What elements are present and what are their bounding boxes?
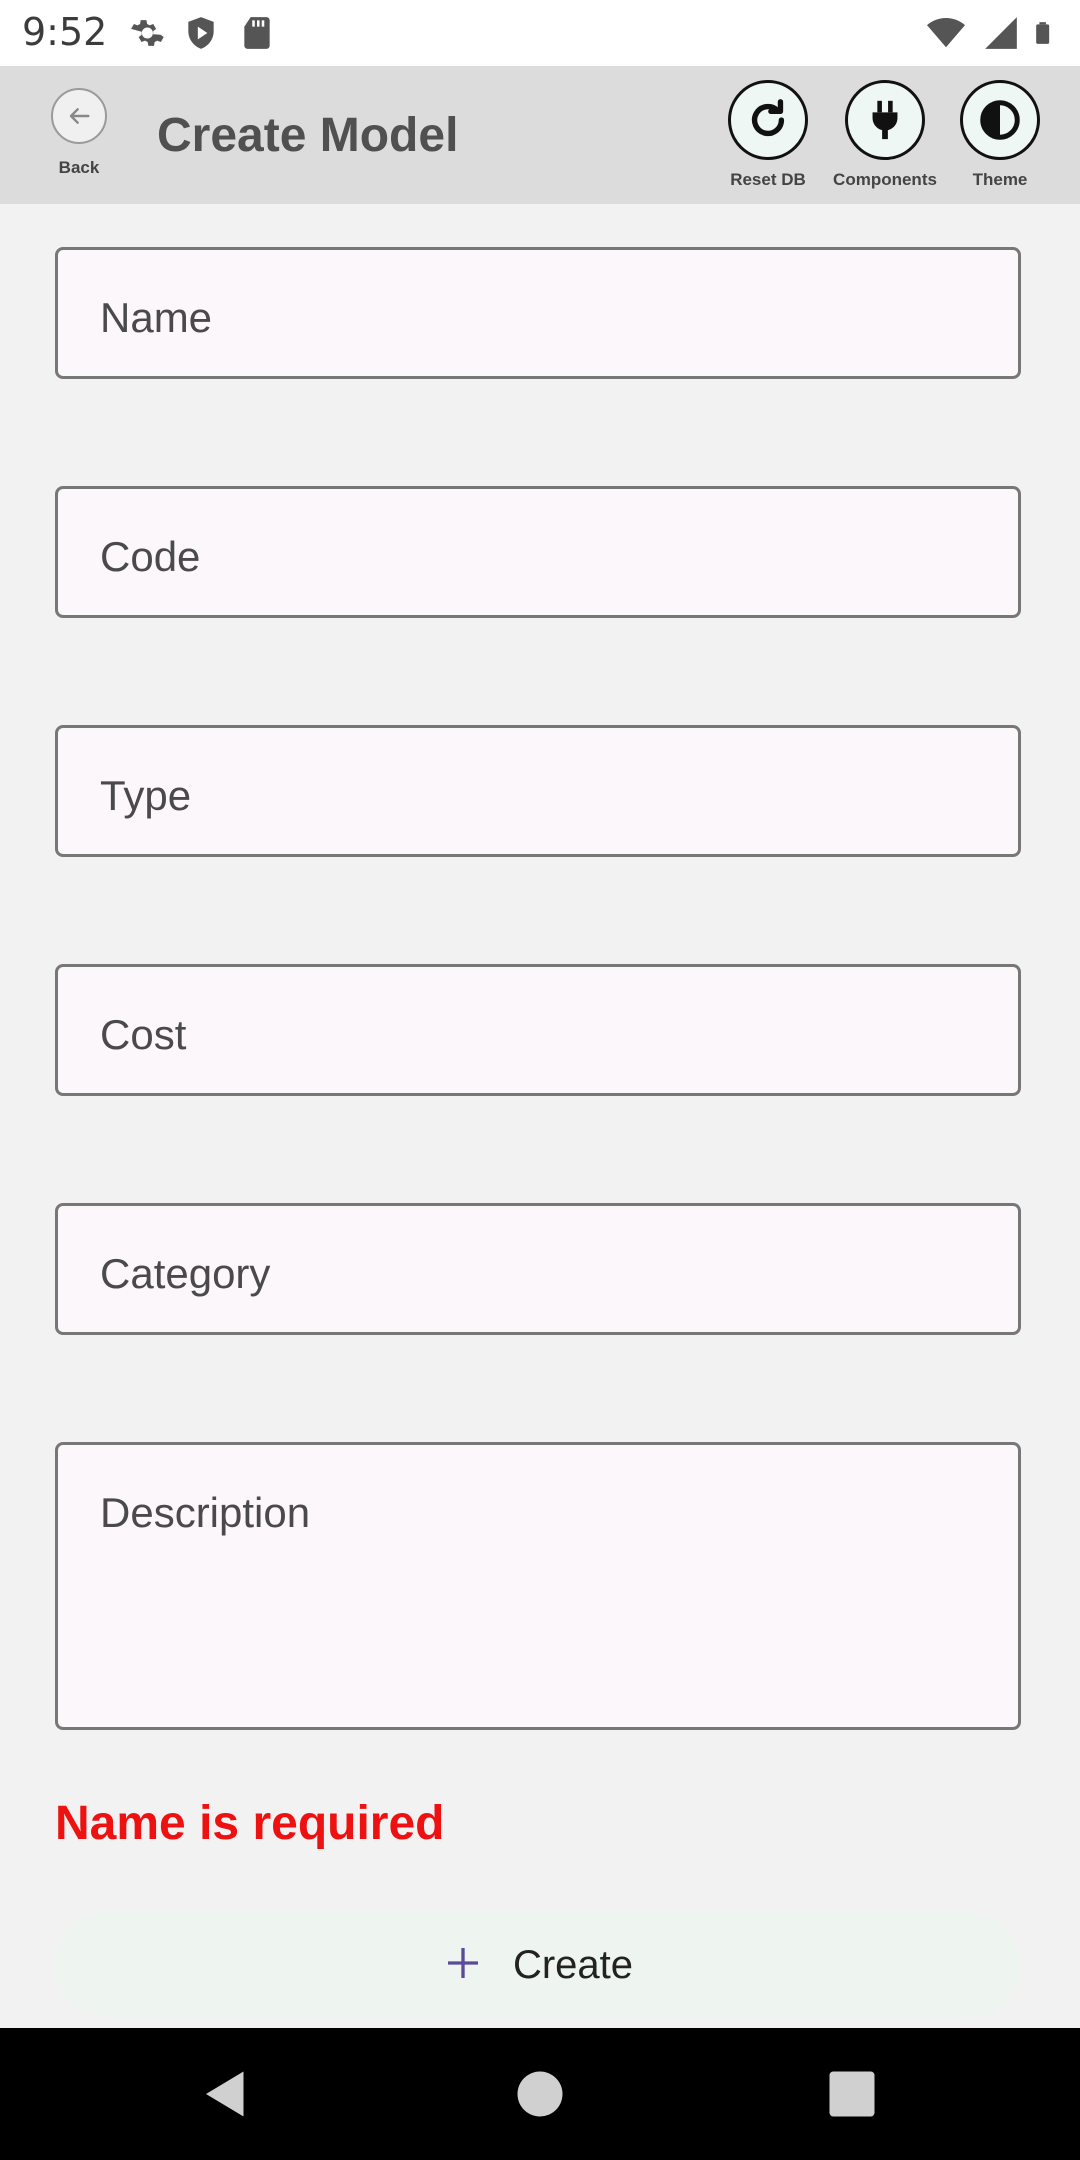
cost-field-label: Cost [100, 1011, 187, 1058]
error-message: Name is required [55, 1797, 445, 1850]
cost-field[interactable]: Cost [55, 964, 1021, 1096]
category-field[interactable]: Category [55, 1203, 1021, 1335]
back-button[interactable]: Back [48, 88, 110, 178]
page-title: Create Model [157, 109, 459, 162]
create-label: Create [512, 1942, 634, 1987]
category-field-label: Category [100, 1250, 271, 1297]
type-field-label: Type [100, 772, 192, 819]
components-button[interactable]: Components [825, 80, 945, 190]
components-label: Components [833, 170, 937, 189]
type-field[interactable]: Type [55, 725, 1021, 857]
system-nav-bar [0, 2028, 1080, 2160]
code-field[interactable]: Code [55, 486, 1021, 618]
back-arrow-icon [51, 88, 107, 144]
theme-label: Theme [972, 170, 1028, 189]
theme-contrast-icon [960, 80, 1040, 160]
status-time: 9:52 [22, 10, 108, 54]
settings-gear-icon [131, 20, 164, 46]
refresh-icon [728, 80, 808, 160]
shield-icon [188, 17, 214, 49]
name-field[interactable]: Name [55, 247, 1021, 379]
wifi-icon [927, 17, 965, 48]
reset-db-label: Reset DB [730, 170, 806, 189]
description-field[interactable]: Description [55, 1442, 1021, 1730]
back-triangle-icon[interactable] [196, 2064, 256, 2124]
code-field-label: Code [100, 533, 201, 580]
back-label: Back [58, 158, 100, 177]
name-field-label: Name [100, 294, 213, 341]
signal-icon [985, 17, 1017, 49]
status-bar: 9:52 [0, 0, 1080, 66]
recents-square-icon[interactable] [822, 2064, 882, 2124]
plug-icon [845, 80, 925, 160]
description-field-label: Description [100, 1489, 311, 1536]
theme-button[interactable]: Theme [940, 80, 1060, 190]
home-circle-icon[interactable] [510, 2064, 570, 2124]
plus-icon [443, 1938, 483, 1992]
reset-db-button[interactable]: Reset DB [708, 80, 828, 190]
app-bar: Back Create Model Reset DB Components Th… [0, 66, 1080, 204]
sd-card-icon [244, 17, 270, 49]
create-button[interactable]: Create [55, 1913, 1021, 2017]
battery-icon [1036, 22, 1050, 44]
